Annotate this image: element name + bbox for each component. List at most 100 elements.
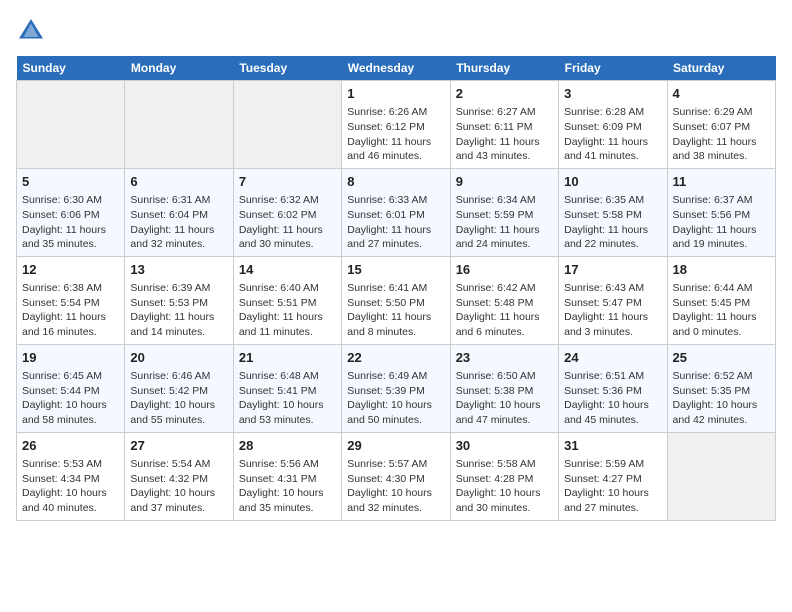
day-info: Daylight: 11 hours and 27 minutes. xyxy=(347,223,444,252)
day-number: 7 xyxy=(239,173,336,191)
day-info: Sunset: 6:07 PM xyxy=(673,120,770,135)
day-number: 11 xyxy=(673,173,770,191)
day-info: Sunset: 5:39 PM xyxy=(347,384,444,399)
calendar-cell: 10Sunrise: 6:35 AMSunset: 5:58 PMDayligh… xyxy=(559,168,667,256)
day-info: Sunrise: 6:52 AM xyxy=(673,369,770,384)
calendar-cell: 22Sunrise: 6:49 AMSunset: 5:39 PMDayligh… xyxy=(342,344,450,432)
day-info: Sunset: 5:59 PM xyxy=(456,208,553,223)
day-number: 26 xyxy=(22,437,119,455)
calendar-cell: 5Sunrise: 6:30 AMSunset: 6:06 PMDaylight… xyxy=(17,168,125,256)
calendar-cell: 31Sunrise: 5:59 AMSunset: 4:27 PMDayligh… xyxy=(559,432,667,520)
day-info: Sunrise: 6:41 AM xyxy=(347,281,444,296)
day-number: 4 xyxy=(673,85,770,103)
day-info: Sunset: 6:09 PM xyxy=(564,120,661,135)
day-info: Sunrise: 6:50 AM xyxy=(456,369,553,384)
day-number: 16 xyxy=(456,261,553,279)
day-info: Daylight: 11 hours and 16 minutes. xyxy=(22,310,119,339)
calendar-cell: 28Sunrise: 5:56 AMSunset: 4:31 PMDayligh… xyxy=(233,432,341,520)
day-info: Sunrise: 6:48 AM xyxy=(239,369,336,384)
day-info: Sunrise: 6:42 AM xyxy=(456,281,553,296)
logo-icon xyxy=(16,16,46,46)
calendar-cell: 15 Sunrise: 6:41 AMSunset: 5:50 PMDayligh… xyxy=(342,256,450,344)
day-info: Sunrise: 5:54 AM xyxy=(130,457,227,472)
day-info: Sunset: 5:51 PM xyxy=(239,296,336,311)
day-info: Sunrise: 5:56 AM xyxy=(239,457,336,472)
day-info: Sunset: 6:02 PM xyxy=(239,208,336,223)
day-info: Daylight: 11 hours and 0 minutes. xyxy=(673,310,770,339)
calendar-cell: 19Sunrise: 6:45 AMSunset: 5:44 PMDayligh… xyxy=(17,344,125,432)
calendar-cell xyxy=(125,81,233,169)
day-info: Daylight: 11 hours and 30 minutes. xyxy=(239,223,336,252)
col-header-thursday: Thursday xyxy=(450,56,558,81)
day-number: 5 xyxy=(22,173,119,191)
calendar-cell: 20Sunrise: 6:46 AMSunset: 5:42 PMDayligh… xyxy=(125,344,233,432)
day-number: 12 xyxy=(22,261,119,279)
day-info: Daylight: 10 hours and 42 minutes. xyxy=(673,398,770,427)
calendar-cell: 24Sunrise: 6:51 AMSunset: 5:36 PMDayligh… xyxy=(559,344,667,432)
day-info: Daylight: 10 hours and 32 minutes. xyxy=(347,486,444,515)
calendar-cell: 18Sunrise: 6:44 AMSunset: 5:45 PMDayligh… xyxy=(667,256,775,344)
day-info: Sunset: 6:12 PM xyxy=(347,120,444,135)
day-info: Sunrise: 6:31 AM xyxy=(130,193,227,208)
day-info: Sunset: 5:50 PM xyxy=(347,296,444,311)
day-number: 6 xyxy=(130,173,227,191)
calendar-cell: 8Sunrise: 6:33 AMSunset: 6:01 PMDaylight… xyxy=(342,168,450,256)
week-row-4: 19Sunrise: 6:45 AMSunset: 5:44 PMDayligh… xyxy=(17,344,776,432)
calendar-cell: 11Sunrise: 6:37 AMSunset: 5:56 PMDayligh… xyxy=(667,168,775,256)
day-info: Sunset: 4:30 PM xyxy=(347,472,444,487)
day-info: Sunrise: 6:30 AM xyxy=(22,193,119,208)
day-info: Daylight: 11 hours and 19 minutes. xyxy=(673,223,770,252)
day-info: Daylight: 11 hours and 35 minutes. xyxy=(22,223,119,252)
calendar-cell xyxy=(233,81,341,169)
day-info: Sunset: 5:35 PM xyxy=(673,384,770,399)
day-number: 3 xyxy=(564,85,661,103)
day-info: Sunrise: 5:59 AM xyxy=(564,457,661,472)
day-number: 20 xyxy=(130,349,227,367)
day-number: 18 xyxy=(673,261,770,279)
day-number: 15 xyxy=(347,261,444,279)
calendar-cell: 2Sunrise: 6:27 AMSunset: 6:11 PMDaylight… xyxy=(450,81,558,169)
day-number: 17 xyxy=(564,261,661,279)
day-info: Sunset: 4:34 PM xyxy=(22,472,119,487)
calendar-cell: 23Sunrise: 6:50 AMSunset: 5:38 PMDayligh… xyxy=(450,344,558,432)
calendar-cell: 3 Sunrise: 6:28 AMSunset: 6:09 PMDaylight… xyxy=(559,81,667,169)
calendar-cell: 26Sunrise: 5:53 AMSunset: 4:34 PMDayligh… xyxy=(17,432,125,520)
day-info: Daylight: 11 hours and 22 minutes. xyxy=(564,223,661,252)
day-info: Daylight: 10 hours and 50 minutes. xyxy=(347,398,444,427)
day-info: Daylight: 11 hours and 3 minutes. xyxy=(564,310,661,339)
day-info: Daylight: 10 hours and 35 minutes. xyxy=(239,486,336,515)
day-info: Daylight: 10 hours and 53 minutes. xyxy=(239,398,336,427)
day-info: Daylight: 11 hours and 43 minutes. xyxy=(456,135,553,164)
day-number: 23 xyxy=(456,349,553,367)
day-number: 13 xyxy=(130,261,227,279)
day-info: Daylight: 11 hours and 8 minutes. xyxy=(347,310,444,339)
day-info: Sunrise: 6:35 AM xyxy=(564,193,661,208)
day-number: 29 xyxy=(347,437,444,455)
day-info: Sunrise: 6:26 AM xyxy=(347,105,444,120)
week-row-3: 12Sunrise: 6:38 AMSunset: 5:54 PMDayligh… xyxy=(17,256,776,344)
day-info: Sunrise: 6:28 AM xyxy=(564,105,661,120)
day-info: Sunset: 6:04 PM xyxy=(130,208,227,223)
day-info: Daylight: 10 hours and 47 minutes. xyxy=(456,398,553,427)
day-number: 9 xyxy=(456,173,553,191)
day-number: 31 xyxy=(564,437,661,455)
day-number: 1 xyxy=(347,85,444,103)
day-number: 19 xyxy=(22,349,119,367)
day-info: Daylight: 10 hours and 55 minutes. xyxy=(130,398,227,427)
week-row-5: 26 Sunrise: 5:53 AMSunset: 4:34 PM Dayligh… xyxy=(17,432,776,520)
day-info: Sunrise: 6:33 AM xyxy=(347,193,444,208)
day-info: Sunset: 5:36 PM xyxy=(564,384,661,399)
day-info: Sunset: 5:53 PM xyxy=(130,296,227,311)
day-info: Sunset: 4:31 PM xyxy=(239,472,336,487)
day-info: Daylight: 11 hours and 41 minutes. xyxy=(564,135,661,164)
week-row-1: 1 Sunrise: 6:26 AMSunset: 6:12 PM Daylight… xyxy=(17,81,776,169)
day-info: Sunrise: 5:53 AM xyxy=(22,457,119,472)
day-info: Sunrise: 6:45 AM xyxy=(22,369,119,384)
day-number: 2 xyxy=(456,85,553,103)
header-row: SundayMondayTuesdayWednesdayThursdayFrid… xyxy=(17,56,776,81)
day-info: Sunrise: 5:58 AM xyxy=(456,457,553,472)
day-info: Sunset: 5:48 PM xyxy=(456,296,553,311)
day-number: 8 xyxy=(347,173,444,191)
calendar-cell: 21Sunrise: 6:48 AMSunset: 5:41 PMDayligh… xyxy=(233,344,341,432)
day-info: Sunrise: 6:43 AM xyxy=(564,281,661,296)
